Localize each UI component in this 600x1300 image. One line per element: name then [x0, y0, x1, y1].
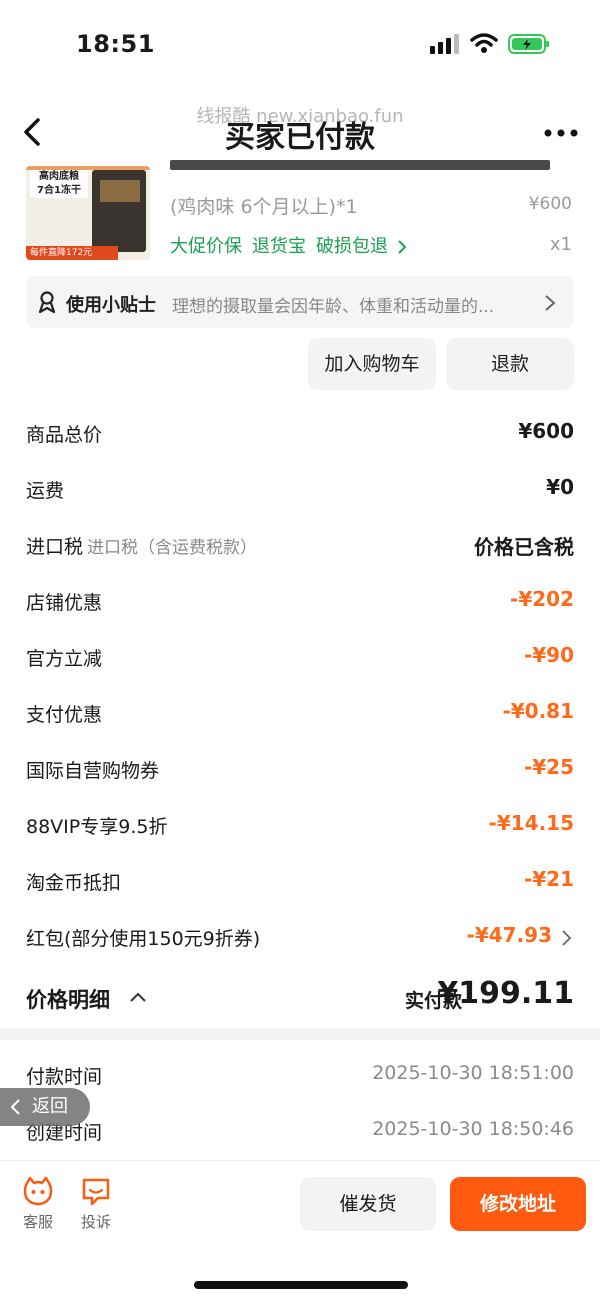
customer-service-button[interactable]: 客服: [18, 1175, 58, 1232]
add-to-cart-button[interactable]: 加入购物车: [308, 338, 436, 390]
tip-label: 使用小贴士: [66, 295, 156, 316]
watermark: 线报酷 new.xianbao.fun: [196, 106, 404, 127]
refund-button[interactable]: 退款: [446, 338, 574, 390]
floating-back-button[interactable]: 返回: [0, 1088, 90, 1126]
complain-label: 投诉: [80, 1213, 111, 1231]
floating-back-label: 返回: [32, 1096, 68, 1117]
more-icon[interactable]: [544, 129, 578, 137]
product-bag-label: [100, 180, 140, 202]
thumb-line1: 高肉底粮: [39, 171, 79, 182]
section-divider: [0, 1028, 600, 1040]
badge-damage: 破损包退: [316, 236, 388, 257]
paid-amount: ¥199.11: [437, 976, 574, 1011]
price-row: 国际自营购物券 -¥25: [26, 748, 574, 788]
wifi-icon: [470, 33, 498, 53]
tip-text: 理想的摄取量会因年龄、体重和活动量的...: [172, 297, 495, 317]
price-detail-toggle[interactable]: 价格明细: [26, 984, 110, 1014]
product-thumbnail[interactable]: 高肉底粮 7合1冻干 每件直降172元: [26, 166, 150, 260]
chevron-right-icon: [545, 295, 556, 311]
price-row-label: 淘金币抵扣: [26, 872, 122, 894]
product-title-clipped: [170, 158, 570, 172]
product-item[interactable]: 高肉底粮 7合1冻干 每件直降172元 (鸡肉味 6个月以上)*1 ¥600 大…: [0, 160, 600, 270]
home-indicator: [194, 1281, 408, 1289]
info-row: 付款时间 2025-10-30 18:51:00: [26, 1054, 574, 1094]
price-row: 店铺优惠 -¥202: [26, 580, 574, 620]
price-row-value: ¥600: [518, 419, 574, 443]
info-value: 2025-10-30 18:50:46: [372, 1118, 574, 1140]
product-spec: (鸡肉味 6个月以上)*1: [170, 196, 358, 218]
bottom-action-bar: 客服 投诉 催发货 修改地址: [0, 1160, 600, 1300]
price-row-value: -¥25: [523, 755, 574, 779]
nav-bar: 买家已付款 线报酷 new.xianbao.fun: [0, 96, 600, 166]
product-quantity: x1: [549, 234, 572, 255]
thumb-text: 高肉底粮 7合1冻干: [30, 170, 88, 198]
chevron-right-icon: [562, 930, 572, 946]
price-row-label: 运费: [26, 480, 65, 502]
product-unit-price: ¥600: [528, 194, 572, 214]
price-row-value: -¥47.93: [466, 923, 552, 947]
customer-service-label: 客服: [22, 1213, 53, 1231]
signal-icon: [430, 34, 459, 54]
thumb-line2: 7合1冻干: [37, 185, 81, 196]
price-row-value: -¥202: [510, 587, 574, 611]
price-row: 88VIP专享9.5折 -¥14.15: [26, 804, 574, 844]
price-row-label-text: 进口税: [26, 536, 84, 558]
price-row-label: 88VIP专享9.5折: [26, 816, 168, 838]
chevron-up-icon[interactable]: [130, 992, 146, 1002]
price-row-label: 进口税 进口税（含运费税款）: [26, 532, 257, 559]
badge-price-protect: 大促价保: [170, 236, 242, 257]
complain-button[interactable]: 投诉: [76, 1175, 116, 1232]
price-row-value: -¥90: [523, 643, 574, 667]
change-address-button[interactable]: 修改地址: [450, 1177, 586, 1231]
info-value: 2025-10-30 18:51:00: [372, 1062, 574, 1084]
service-badges[interactable]: 大促价保 退货宝 破损包退: [170, 232, 407, 258]
price-row-value: -¥0.81: [502, 699, 574, 723]
battery-icon: [508, 34, 549, 54]
red-packet-row[interactable]: 红包(部分使用150元9折券) -¥47.93: [26, 916, 574, 956]
price-row: 支付优惠 -¥0.81: [26, 692, 574, 732]
price-row-label: 店铺优惠: [26, 592, 103, 614]
badge-return: 退货宝: [252, 236, 306, 257]
price-row-value: 价格已含税: [474, 535, 574, 559]
price-row-label: 红包(部分使用150元9折券): [26, 928, 261, 950]
price-row-label: 官方立减: [26, 648, 103, 670]
urge-shipping-button[interactable]: 催发货: [300, 1177, 436, 1231]
status-bar: 18:51: [0, 0, 600, 90]
price-row: 进口税 进口税（含运费税款） 价格已含税: [26, 524, 574, 564]
thumb-promo: 每件直降172元: [26, 246, 118, 260]
status-time: 18:51: [76, 30, 155, 58]
usage-tip[interactable]: 使用小贴士 理想的摄取量会因年龄、体重和活动量的...: [26, 276, 574, 328]
price-row-value: -¥21: [523, 867, 574, 891]
info-label: 付款时间: [26, 1066, 103, 1088]
price-row: 淘金币抵扣 -¥21: [26, 860, 574, 900]
price-row-sub: 进口税（含运费税款）: [87, 538, 258, 558]
price-row-label: 国际自营购物券: [26, 760, 160, 782]
customer-service-icon: [23, 1176, 53, 1206]
price-row-value: -¥14.15: [488, 811, 574, 835]
price-row-label: 商品总价: [26, 424, 103, 446]
price-row: 运费 ¥0: [26, 468, 574, 508]
chevron-left-icon: [10, 1099, 20, 1115]
price-summary: 价格明细 实付款 ¥199.11: [26, 974, 574, 1024]
price-row: 官方立减 -¥90: [26, 636, 574, 676]
chevron-right-icon: [398, 240, 407, 254]
price-row-value: ¥0: [546, 475, 574, 499]
info-row: 创建时间 2025-10-30 18:50:46: [26, 1110, 574, 1150]
price-row-label: 支付优惠: [26, 704, 103, 726]
complain-icon: [82, 1178, 110, 1206]
price-row: 商品总价 ¥600: [26, 412, 574, 452]
tip-icon: [38, 291, 56, 314]
